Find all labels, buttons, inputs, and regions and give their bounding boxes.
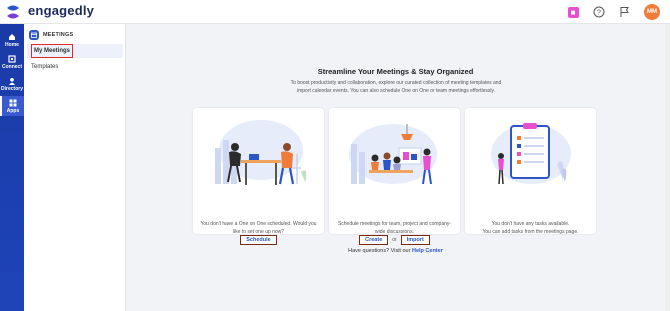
page-intro: To boost productivity and collaboration,… xyxy=(290,80,502,94)
help-footer: Have questions? Visit our Help Center xyxy=(126,248,665,254)
tasks-empty-text: You don't have any tasks available. You … xyxy=(471,221,590,236)
main-content: Streamline Your Meetings & Stay Organize… xyxy=(126,24,665,311)
sidebar-item-label: My Meetings xyxy=(31,44,74,58)
sidebar-item-my-meetings[interactable]: My Meetings xyxy=(27,44,123,58)
brand-name[interactable]: engagedly xyxy=(28,3,94,18)
notification-badge-icon: ■ xyxy=(567,6,579,18)
team-meetings-card: Schedule meetings for team, project and … xyxy=(329,108,460,245)
engagedly-logo-icon[interactable] xyxy=(5,4,21,20)
team-meetings-actions: Create or Import xyxy=(329,235,460,245)
page-title: Streamline Your Meetings & Stay Organize… xyxy=(317,67,474,76)
apps-icon xyxy=(9,99,17,106)
tasks-empty-line1: You don't have any tasks available. xyxy=(491,221,570,227)
rail-item-home[interactable]: Home xyxy=(0,30,24,50)
tasks-clipboard-illustration xyxy=(491,123,571,185)
tasks-empty-line2: You can add tasks from the meetings page… xyxy=(482,228,579,235)
flag-icon xyxy=(620,7,629,17)
rail-label-directory: Directory xyxy=(1,85,23,92)
one-on-one-text: You don't have a One on One scheduled. W… xyxy=(200,221,317,235)
meetings-icon xyxy=(29,30,39,40)
rail-label-apps: Apps xyxy=(6,107,20,114)
sidebar-header: MEETINGS xyxy=(29,30,73,40)
sidebar-item-label: Templates xyxy=(31,64,59,70)
directory-icon xyxy=(9,77,15,85)
schedule-button[interactable]: Schedule xyxy=(240,235,277,245)
create-button[interactable]: Create xyxy=(359,235,389,245)
team-meeting-illustration xyxy=(349,124,437,185)
help-prefix: Have questions? Visit our xyxy=(348,248,411,254)
question-circle-icon: ? xyxy=(593,6,605,18)
rail-item-connect[interactable]: Connect xyxy=(0,52,24,72)
svg-text:?: ? xyxy=(597,10,601,17)
rail-item-apps[interactable]: Apps xyxy=(0,96,24,116)
home-icon xyxy=(9,33,15,40)
rail-label-home: Home xyxy=(5,41,19,48)
notifications-button[interactable]: ■ xyxy=(566,5,580,19)
vertical-scrollbar[interactable] xyxy=(665,24,670,311)
team-meetings-text: Schedule meetings for team, project and … xyxy=(337,221,452,235)
or-separator: or xyxy=(392,237,397,243)
one-on-one-actions: Schedule xyxy=(193,235,324,245)
top-icons: ■ ? MM xyxy=(566,4,660,20)
left-rail: Home Connect Directory Apps xyxy=(0,24,24,311)
top-bar: engagedly ■ ? MM xyxy=(0,0,670,24)
user-avatar[interactable]: MM xyxy=(644,4,660,20)
help-button[interactable]: ? xyxy=(592,5,606,19)
tasks-card: You don't have any tasks available. You … xyxy=(465,108,596,236)
sidebar-title: MEETINGS xyxy=(43,32,74,38)
sidebar-item-templates[interactable]: Templates xyxy=(27,60,123,74)
one-on-one-illustration xyxy=(215,120,307,185)
import-button[interactable]: Import xyxy=(400,235,430,245)
help-center-link[interactable]: Help Center xyxy=(412,248,443,254)
rail-item-directory[interactable]: Directory xyxy=(0,74,24,94)
rail-label-connect: Connect xyxy=(2,63,22,70)
one-on-one-card: You don't have a One on One scheduled. W… xyxy=(193,108,324,245)
meetings-sidebar: MEETINGS My Meetings Templates xyxy=(24,24,126,311)
flag-button[interactable] xyxy=(618,5,632,19)
connect-icon xyxy=(8,54,16,63)
